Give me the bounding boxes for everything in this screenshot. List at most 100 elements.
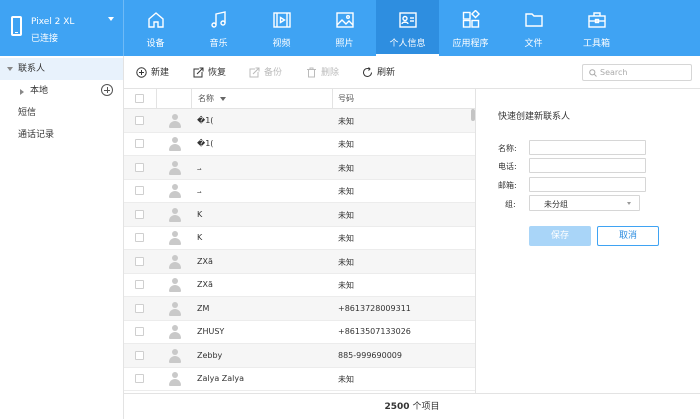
contact-number: 未知 <box>338 210 354 220</box>
table-row[interactable]: ZHUSY +8613507133026 <box>124 321 475 344</box>
phone-field[interactable] <box>529 158 646 173</box>
search-box[interactable] <box>582 64 692 81</box>
contact-number: 未知 <box>338 281 354 291</box>
contact-name: ZM <box>197 303 210 313</box>
main-nav: 设备 音乐 视频 照片 个人信息 应用程序 文件 工具箱 <box>124 0 628 56</box>
sidebar: 联系人 本地 短信 通话记录 <box>0 56 124 419</box>
device-name: Pixel 2 XL <box>31 17 75 27</box>
avatar <box>168 325 182 340</box>
avatar <box>168 348 182 363</box>
folder-icon <box>524 13 543 27</box>
table-row[interactable]: ZXã 未知 <box>124 250 475 274</box>
group-select[interactable]: 未分组 <box>529 195 640 211</box>
column-header-name[interactable]: 名称 <box>198 89 226 109</box>
name-field[interactable] <box>529 140 646 155</box>
email-field[interactable] <box>529 177 646 192</box>
contact-name: K <box>197 233 203 243</box>
table-row[interactable]: Zalya Zalya 未知 <box>124 368 475 391</box>
item-count-footer: 2500 个项目 <box>124 393 700 419</box>
chevron-down-icon[interactable] <box>7 67 13 71</box>
select-all-checkbox[interactable] <box>135 94 144 103</box>
apps-icon <box>462 10 480 28</box>
plus-circle-icon <box>136 67 147 78</box>
sidebar-item-contacts[interactable]: 联系人 <box>0 58 123 80</box>
row-checkbox[interactable] <box>135 303 144 313</box>
table-row[interactable]: ܝ 未知 <box>124 180 475 203</box>
avatar <box>168 137 182 152</box>
table-row[interactable]: �1( 未知 <box>124 133 475 156</box>
phone-icon <box>11 16 22 36</box>
contact-number: +8613507133026 <box>338 327 411 337</box>
table-header: 名称 号码 <box>124 89 475 109</box>
row-checkbox[interactable] <box>135 256 144 266</box>
table-row[interactable]: K 未知 <box>124 227 475 250</box>
contact-name: Zalya Zalya <box>197 374 245 384</box>
contact-name: �1( <box>197 139 214 149</box>
contact-number: 885-999690009 <box>338 350 402 360</box>
scrollbar[interactable] <box>470 109 475 393</box>
contact-number: 未知 <box>338 140 354 150</box>
avatar <box>168 231 182 246</box>
group-label: 组: <box>505 200 516 209</box>
save-button[interactable]: 保存 <box>529 226 591 246</box>
tab-photo[interactable]: 照片 <box>313 0 376 56</box>
refresh-icon <box>363 67 372 77</box>
table-row[interactable]: Zebby 885-999690009 <box>124 344 475 368</box>
add-icon[interactable] <box>101 84 113 96</box>
contact-number: +8613728009311 <box>338 303 411 313</box>
tab-music[interactable]: 音乐 <box>187 0 250 56</box>
group-select-value: 未分组 <box>544 200 568 209</box>
search-input[interactable] <box>600 66 688 79</box>
row-checkbox[interactable] <box>135 162 144 172</box>
row-checkbox[interactable] <box>135 280 144 290</box>
contacts-table: 名称 号码 �1(未知 �1(未知 ܝ 未知 ܝ 未知 K 未知 K 未知 ZXã 未知 ZXã 未知 ZM… <box>124 89 476 393</box>
sidebar-item-call-log[interactable]: 通话记录 <box>0 124 123 146</box>
contact-name: ZXã <box>197 256 213 266</box>
table-row[interactable]: ܝ 未知 <box>124 156 475 180</box>
tab-apps[interactable]: 应用程序 <box>439 0 502 56</box>
email-label: 邮箱: <box>498 181 517 190</box>
tab-files[interactable]: 文件 <box>502 0 565 56</box>
avatar <box>168 160 182 175</box>
trash-icon <box>307 67 316 78</box>
table-row[interactable]: ZXã 未知 <box>124 274 475 297</box>
tab-toolbox[interactable]: 工具箱 <box>565 0 628 56</box>
row-checkbox[interactable] <box>135 350 144 360</box>
row-checkbox[interactable] <box>135 233 144 243</box>
tab-personal-info[interactable]: 个人信息 <box>376 0 439 56</box>
tab-device[interactable]: 设备 <box>124 0 187 56</box>
row-checkbox[interactable] <box>135 186 144 196</box>
cancel-button[interactable]: 取消 <box>597 226 659 246</box>
row-checkbox[interactable] <box>135 374 144 384</box>
row-checkbox[interactable] <box>135 115 144 125</box>
contact-name: �1( <box>197 115 214 125</box>
music-icon <box>210 11 226 28</box>
avatar <box>168 254 182 269</box>
chevron-down-icon[interactable] <box>108 17 114 21</box>
avatar <box>168 184 182 199</box>
table-row[interactable]: K 未知 <box>124 203 475 227</box>
scrollbar-thumb[interactable] <box>471 109 475 121</box>
sidebar-item-local[interactable]: 本地 <box>0 80 123 102</box>
tab-video[interactable]: 视频 <box>250 0 313 56</box>
contact-name: ܝ <box>197 162 202 172</box>
top-bar: Pixel 2 XL 已连接 设备 音乐 视频 照片 个人信息 应用程序 文件 … <box>0 0 700 56</box>
contact-number: 未知 <box>338 257 354 267</box>
row-checkbox[interactable] <box>135 327 144 337</box>
chevron-down-icon <box>627 202 631 205</box>
toolbox-icon <box>587 12 606 28</box>
sidebar-item-sms[interactable]: 短信 <box>0 102 123 124</box>
table-row[interactable]: ZM +8613728009311 <box>124 297 475 321</box>
row-checkbox[interactable] <box>135 139 144 149</box>
contact-card-icon <box>398 12 417 28</box>
device-selector[interactable]: Pixel 2 XL 已连接 <box>0 0 124 56</box>
row-checkbox[interactable] <box>135 209 144 219</box>
column-header-number[interactable]: 号码 <box>338 89 354 109</box>
video-icon <box>272 12 291 28</box>
avatar <box>168 372 182 387</box>
search-icon <box>589 69 597 77</box>
chevron-right-icon[interactable] <box>20 89 24 95</box>
photo-icon <box>335 12 354 28</box>
name-label: 名称: <box>498 144 517 153</box>
table-row[interactable]: �1(未知 <box>124 109 475 133</box>
